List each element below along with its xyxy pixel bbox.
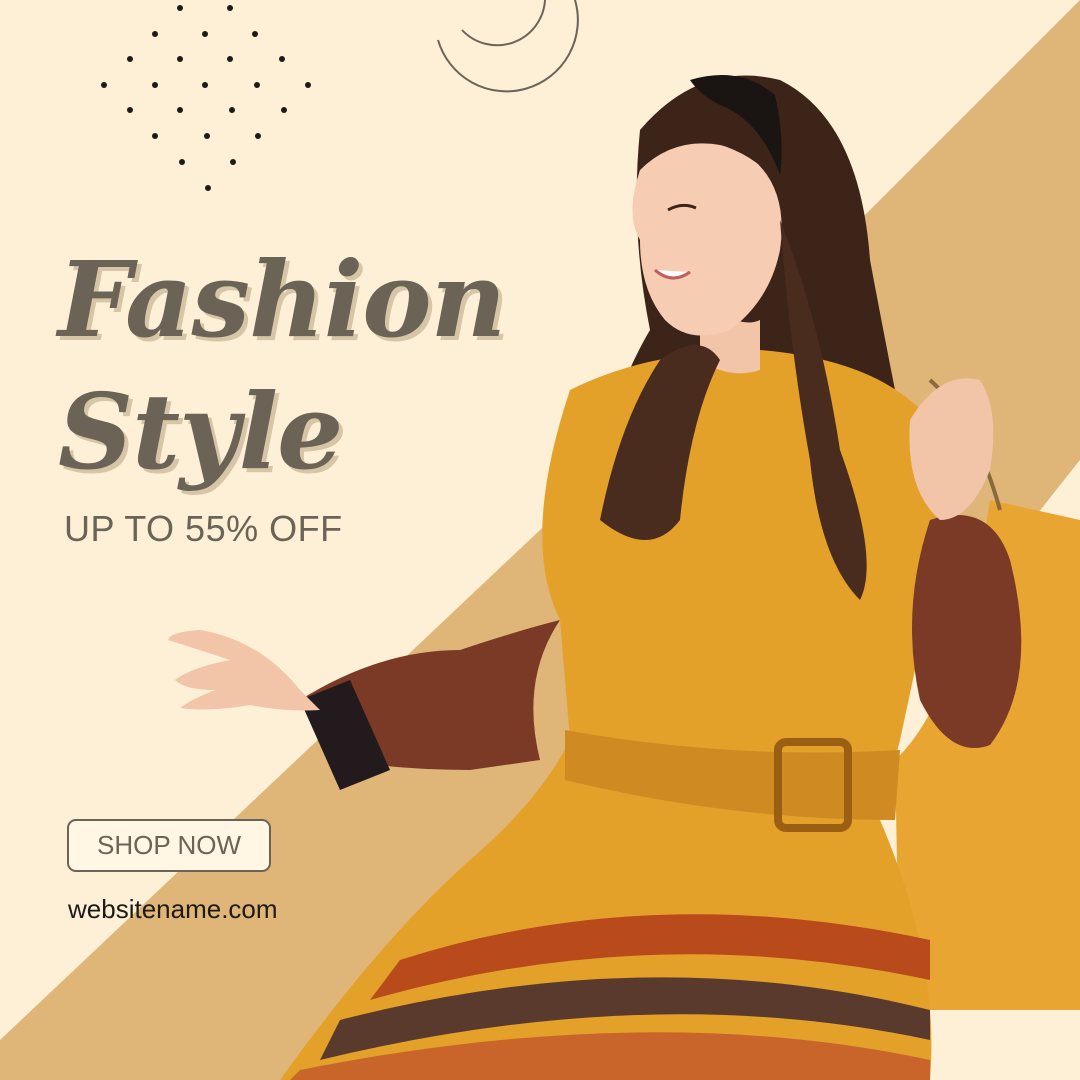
- model-photo: [168, 75, 1080, 1080]
- right-sleeve: [912, 515, 1022, 748]
- hand: [168, 630, 320, 711]
- headline-line-2: Style: [58, 370, 343, 493]
- promo-canvas: Fashion Style UP TO 55% OFF SHOP NOW web…: [0, 0, 1080, 1080]
- website-link[interactable]: websitename.com: [68, 894, 278, 925]
- discount-text: UP TO 55% OFF: [64, 508, 343, 549]
- shop-now-button[interactable]: SHOP NOW: [67, 819, 271, 872]
- headline-line-1: Fashion: [58, 238, 506, 361]
